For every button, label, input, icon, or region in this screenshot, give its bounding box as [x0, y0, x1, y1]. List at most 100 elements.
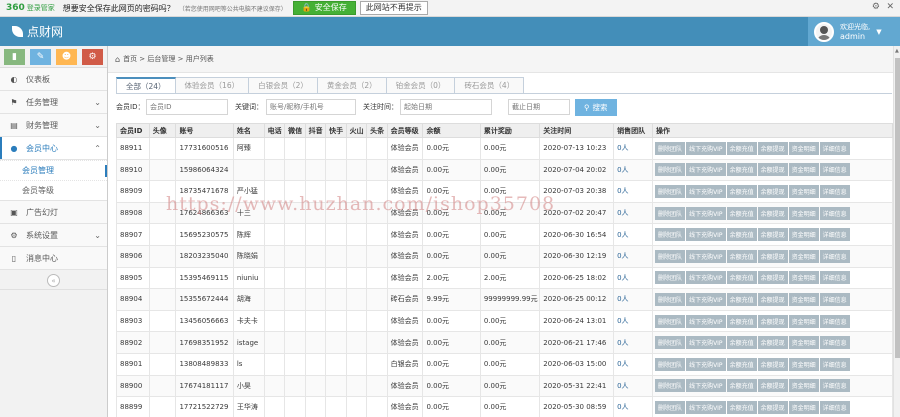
users-icon[interactable]: ☻: [56, 48, 77, 65]
fund-detail-button[interactable]: 资金明细: [788, 206, 819, 220]
withdraw-button[interactable]: 余额提现: [757, 357, 788, 371]
recharge-button[interactable]: 余额充值: [726, 249, 757, 263]
cell-team[interactable]: 0人: [613, 266, 654, 290]
offline-vip-button[interactable]: 线下充购VIP: [686, 141, 726, 155]
fund-detail-button[interactable]: 资金明细: [788, 249, 819, 263]
recharge-button[interactable]: 余额充值: [726, 379, 757, 393]
offline-vip-button[interactable]: 线下充购VIP: [686, 206, 726, 220]
cell-team[interactable]: 0人: [613, 158, 654, 182]
detail-button[interactable]: 详细信息: [819, 314, 850, 328]
detail-button[interactable]: 详细信息: [819, 271, 850, 285]
member-id-input[interactable]: [146, 99, 228, 115]
cell-team[interactable]: 0人: [613, 374, 654, 398]
cogs-icon[interactable]: ⚙: [82, 48, 103, 65]
user-menu[interactable]: 欢迎光临, admin ▼: [808, 17, 900, 46]
detail-button[interactable]: 详细信息: [819, 379, 850, 393]
recharge-button[interactable]: 余额充值: [726, 141, 757, 155]
withdraw-button[interactable]: 余额提现: [757, 314, 788, 328]
cell-team[interactable]: 0人: [613, 223, 654, 246]
recharge-button[interactable]: 余额充值: [726, 292, 757, 306]
fund-detail-button[interactable]: 资金明细: [788, 184, 819, 198]
withdraw-button[interactable]: 余额提现: [757, 292, 788, 306]
offline-vip-button[interactable]: 线下充购VIP: [686, 163, 726, 177]
recharge-button[interactable]: 余额充值: [726, 184, 757, 198]
recharge-button[interactable]: 余额充值: [726, 271, 757, 285]
delete-team-button[interactable]: 删除团队: [655, 249, 686, 263]
sidebar-item-settings[interactable]: ⚙ 系统设置 ⌄: [0, 224, 107, 247]
page-scrollbar[interactable]: ▲: [893, 46, 900, 417]
fund-detail-button[interactable]: 资金明细: [788, 228, 819, 242]
withdraw-button[interactable]: 余额提现: [757, 271, 788, 285]
delete-team-button[interactable]: 删除团队: [655, 184, 686, 198]
delete-team-button[interactable]: 删除团队: [655, 400, 686, 414]
signal-icon[interactable]: ▮: [4, 48, 25, 65]
withdraw-button[interactable]: 余额提现: [757, 163, 788, 177]
cell-team[interactable]: 0人: [613, 352, 654, 376]
fund-detail-button[interactable]: 资金明细: [788, 271, 819, 285]
recharge-button[interactable]: 余额充值: [726, 336, 757, 350]
delete-team-button[interactable]: 删除团队: [655, 357, 686, 371]
withdraw-button[interactable]: 余额提现: [757, 336, 788, 350]
sidebar-item-members[interactable]: ● 会员中心 ⌃: [0, 137, 107, 160]
sidebar-subitem-member-level[interactable]: 会员等级: [0, 180, 107, 200]
pencil-icon[interactable]: ✎: [30, 48, 51, 65]
fund-detail-button[interactable]: 资金明细: [788, 400, 819, 414]
recharge-button[interactable]: 余额充值: [726, 357, 757, 371]
delete-team-button[interactable]: 删除团队: [655, 206, 686, 220]
safe-save-button[interactable]: 🔒 安全保存: [292, 1, 356, 15]
sidebar-item-ads[interactable]: ▣ 广告幻灯: [0, 201, 107, 224]
close-icon[interactable]: ✕: [886, 2, 894, 12]
sidebar-item-messages[interactable]: ▯ 消息中心: [0, 247, 107, 270]
sidebar-subitem-member-manage[interactable]: 会员管理: [0, 160, 107, 180]
tab-gold[interactable]: 黄金会员（2）: [317, 77, 387, 94]
delete-team-button[interactable]: 删除团队: [655, 336, 686, 350]
delete-team-button[interactable]: 删除团队: [655, 163, 686, 177]
double-angle-left-icon[interactable]: «: [47, 274, 60, 287]
cell-team[interactable]: 0人: [613, 331, 654, 354]
delete-team-button[interactable]: 删除团队: [655, 228, 686, 242]
search-button[interactable]: ⚲ 搜索: [575, 99, 617, 116]
offline-vip-button[interactable]: 线下充购VIP: [686, 292, 726, 306]
breadcrumb-home[interactable]: 首页: [123, 54, 137, 64]
delete-team-button[interactable]: 删除团队: [655, 141, 686, 155]
detail-button[interactable]: 详细信息: [819, 400, 850, 414]
offline-vip-button[interactable]: 线下充购VIP: [686, 336, 726, 350]
offline-vip-button[interactable]: 线下充购VIP: [686, 400, 726, 414]
cell-team[interactable]: 0人: [613, 288, 654, 311]
offline-vip-button[interactable]: 线下充购VIP: [686, 249, 726, 263]
cell-team[interactable]: 0人: [613, 396, 654, 417]
recharge-button[interactable]: 余额充值: [726, 206, 757, 220]
fund-detail-button[interactable]: 资金明细: [788, 357, 819, 371]
detail-button[interactable]: 详细信息: [819, 141, 850, 155]
cell-team[interactable]: 0人: [613, 244, 654, 268]
fund-detail-button[interactable]: 资金明细: [788, 379, 819, 393]
detail-button[interactable]: 详细信息: [819, 184, 850, 198]
offline-vip-button[interactable]: 线下充购VIP: [686, 271, 726, 285]
never-prompt-button[interactable]: 此网站不再提示: [359, 1, 428, 15]
cell-team[interactable]: 0人: [613, 180, 654, 203]
keyword-input[interactable]: [266, 99, 356, 115]
fund-detail-button[interactable]: 资金明细: [788, 141, 819, 155]
tab-diamond[interactable]: 砖石会员（4）: [455, 77, 525, 94]
withdraw-button[interactable]: 余额提现: [757, 228, 788, 242]
cell-team[interactable]: 0人: [613, 137, 654, 160]
breadcrumb-level2[interactable]: 后台管理: [147, 54, 175, 64]
end-date-input[interactable]: [508, 99, 570, 115]
sidebar-item-dashboard[interactable]: ◐ 仪表板: [0, 68, 107, 91]
sidebar-item-finance[interactable]: ▤ 财务管理 ⌄: [0, 114, 107, 137]
fund-detail-button[interactable]: 资金明细: [788, 292, 819, 306]
tab-silver[interactable]: 白银会员（2）: [249, 77, 318, 94]
delete-team-button[interactable]: 删除团队: [655, 379, 686, 393]
detail-button[interactable]: 详细信息: [819, 228, 850, 242]
delete-team-button[interactable]: 删除团队: [655, 314, 686, 328]
withdraw-button[interactable]: 余额提现: [757, 141, 788, 155]
tab-platinum[interactable]: 铂金会员（0）: [386, 77, 456, 94]
detail-button[interactable]: 详细信息: [819, 206, 850, 220]
withdraw-button[interactable]: 余额提现: [757, 249, 788, 263]
offline-vip-button[interactable]: 线下充购VIP: [686, 357, 726, 371]
delete-team-button[interactable]: 删除团队: [655, 292, 686, 306]
withdraw-button[interactable]: 余额提现: [757, 400, 788, 414]
brand[interactable]: 点财网: [12, 23, 63, 40]
offline-vip-button[interactable]: 线下充购VIP: [686, 314, 726, 328]
gear-icon[interactable]: ⚙: [872, 2, 880, 12]
